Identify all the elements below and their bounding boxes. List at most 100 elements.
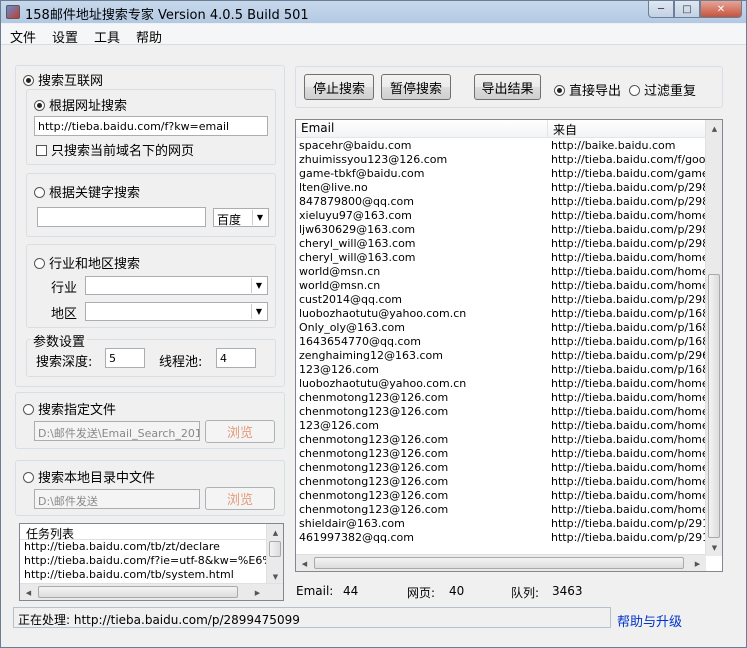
table-row[interactable]: luobozhaotutu@yahoo.com.cn http://tieba.b…	[296, 377, 706, 391]
column-email[interactable]: Email	[296, 120, 548, 138]
column-source[interactable]: 来自	[548, 120, 706, 138]
table-row[interactable]: cust2014@qq.com http://tieba.baidu.com/p/…	[296, 293, 706, 307]
scroll-left-icon[interactable]: ◀	[296, 555, 313, 571]
scroll-left-icon[interactable]: ◀	[20, 584, 37, 600]
by-industry-radio[interactable]	[34, 258, 45, 269]
menu-file[interactable]: 文件	[1, 24, 43, 46]
by-url-option[interactable]: 根据网址搜索	[34, 95, 127, 114]
search-file-radio[interactable]	[23, 404, 34, 415]
scroll-down-icon[interactable]: ▼	[706, 539, 722, 556]
help-upgrade-link[interactable]: 帮助与升级	[617, 611, 682, 630]
results-hscroll[interactable]: ◀ ▶	[296, 554, 706, 571]
search-internet-option[interactable]: 搜索互联网	[23, 70, 103, 89]
direct-export-radio[interactable]	[554, 85, 565, 96]
table-row[interactable]: 461997382@qq.com http://tieba.baidu.com/p…	[296, 531, 706, 545]
scroll-thumb[interactable]	[314, 557, 684, 569]
by-keyword-radio[interactable]	[34, 187, 45, 198]
by-url-radio[interactable]	[34, 100, 45, 111]
table-row[interactable]: world@msn.cn http://tieba.baidu.com/home/…	[296, 265, 706, 279]
engine-select[interactable]: 百度 ▼	[213, 208, 269, 227]
keyword-input[interactable]	[37, 207, 206, 227]
source-cell: http://tieba.baidu.com/home/...	[551, 209, 706, 222]
search-internet-radio[interactable]	[23, 75, 34, 86]
table-row[interactable]: Only_oly@163.com http://tieba.baidu.com/p…	[296, 321, 706, 335]
table-row[interactable]: chenmotong123@126.com http://tieba.baidu.…	[296, 461, 706, 475]
pause-search-button[interactable]: 暂停搜索	[381, 74, 451, 100]
close-button[interactable]: ✕	[700, 1, 742, 18]
search-local-radio[interactable]	[23, 472, 34, 483]
industry-select[interactable]: ▼	[85, 276, 268, 295]
table-row[interactable]: cheryl_will@163.com http://tieba.baidu.co…	[296, 237, 706, 251]
results-vscroll[interactable]: ▲ ▼	[705, 120, 722, 556]
table-row[interactable]: zenghaiming12@163.com http://tieba.baidu.…	[296, 349, 706, 363]
table-row[interactable]: chenmotong123@126.com http://tieba.baidu.…	[296, 489, 706, 503]
table-row[interactable]: chenmotong123@126.com http://tieba.baidu.…	[296, 391, 706, 405]
task-list-item[interactable]: http://tieba.baidu.com/tb/zt/declare	[20, 540, 268, 554]
table-row[interactable]: cheryl_will@163.com http://tieba.baidu.co…	[296, 251, 706, 265]
scroll-right-icon[interactable]: ▶	[249, 584, 266, 600]
task-list-item[interactable]: http://tieba.baidu.com/tb/system.html	[20, 568, 268, 582]
task-list-hscroll[interactable]: ◀ ▶	[20, 583, 283, 600]
menu-help[interactable]: 帮助	[127, 24, 169, 46]
domain-only-option[interactable]: 只搜索当前域名下的网页	[36, 140, 194, 159]
chevron-down-icon[interactable]: ▼	[252, 210, 267, 225]
table-row[interactable]: 123@126.com http://tieba.baidu.com/p/168.…	[296, 363, 706, 377]
chevron-down-icon[interactable]: ▼	[251, 304, 266, 319]
browse-local-button[interactable]: 浏览	[205, 487, 275, 510]
scroll-thumb[interactable]	[708, 274, 720, 538]
browse-file-button[interactable]: 浏览	[205, 420, 275, 443]
table-row[interactable]: 1643654770@qq.com http://tieba.baidu.com/…	[296, 335, 706, 349]
table-row[interactable]: lten@live.no http://tieba.baidu.com/p/298…	[296, 181, 706, 195]
url-input[interactable]: http://tieba.baidu.com/f?kw=email	[34, 116, 268, 136]
stop-search-button[interactable]: 停止搜索	[304, 74, 374, 100]
source-cell: http://tieba.baidu.com/home/...	[551, 391, 706, 404]
task-list-vscroll[interactable]: ▲ ▼	[266, 524, 283, 585]
table-row[interactable]: zhuimissyou123@126.com http://tieba.baidu…	[296, 153, 706, 167]
task-list[interactable]: 任务列表 http://tieba.baidu.com/tb/zt/declar…	[19, 523, 284, 601]
results-list[interactable]: Email 来自 spacehr@baidu.com http://baike.b…	[295, 119, 723, 572]
file-path-input[interactable]: D:\邮件发送\Email_Search_2014-	[34, 421, 200, 441]
scroll-right-icon[interactable]: ▶	[689, 555, 706, 571]
chevron-down-icon[interactable]: ▼	[251, 278, 266, 293]
export-button[interactable]: 导出结果	[474, 74, 541, 100]
search-local-option[interactable]: 搜索本地目录中文件	[23, 467, 155, 486]
search-file-option[interactable]: 搜索指定文件	[23, 399, 116, 418]
maximize-button[interactable]: □	[674, 1, 700, 18]
email-count-label: Email:	[296, 584, 334, 598]
table-row[interactable]: game-tbkf@baidu.com http://tieba.baidu.co…	[296, 167, 706, 181]
table-row[interactable]: chenmotong123@126.com http://tieba.baidu.…	[296, 475, 706, 489]
table-row[interactable]: luobozhaotutu@yahoo.com.cn http://tieba.b…	[296, 307, 706, 321]
task-list-item[interactable]: http://tieba.baidu.com/f?ie=utf-8&kw=%E6…	[20, 554, 268, 568]
by-industry-option[interactable]: 行业和地区搜索	[34, 253, 140, 272]
scroll-thumb[interactable]	[38, 586, 238, 598]
depth-input[interactable]: 5	[105, 348, 145, 368]
local-path-input[interactable]: D:\邮件发送	[34, 489, 200, 509]
region-select[interactable]: ▼	[85, 302, 268, 321]
scroll-up-icon[interactable]: ▲	[267, 524, 283, 541]
scroll-thumb[interactable]	[269, 541, 281, 557]
scroll-up-icon[interactable]: ▲	[706, 120, 722, 137]
email-cell: zenghaiming12@163.com	[299, 349, 443, 362]
menu-tools[interactable]: 工具	[85, 24, 127, 46]
menu-settings[interactable]: 设置	[43, 24, 85, 46]
table-row[interactable]: chenmotong123@126.com http://tieba.baidu.…	[296, 447, 706, 461]
table-row[interactable]: 123@126.com http://tieba.baidu.com/home/.…	[296, 419, 706, 433]
table-row[interactable]: world@msn.cn http://tieba.baidu.com/home/…	[296, 279, 706, 293]
table-row[interactable]: chenmotong123@126.com http://tieba.baidu.…	[296, 405, 706, 419]
table-row[interactable]: xieluyu97@163.com http://tieba.baidu.com/…	[296, 209, 706, 223]
table-row[interactable]: chenmotong123@126.com http://tieba.baidu.…	[296, 433, 706, 447]
email-cell: xieluyu97@163.com	[299, 209, 412, 222]
direct-export-option[interactable]: 直接导出	[554, 80, 621, 99]
title-bar[interactable]: 158邮件地址搜索专家 Version 4.0.5 Build 501 ─ □ …	[1, 1, 746, 23]
table-row[interactable]: chenmotong123@126.com http://tieba.baidu.…	[296, 503, 706, 517]
domain-only-checkbox[interactable]	[36, 145, 47, 156]
table-row[interactable]: spacehr@baidu.com http://baike.baidu.com	[296, 139, 706, 153]
table-row[interactable]: ljw630629@163.com http://tieba.baidu.com/…	[296, 223, 706, 237]
table-row[interactable]: shieldair@163.com http://tieba.baidu.com/…	[296, 517, 706, 531]
dedupe-option[interactable]: 过滤重复	[629, 80, 696, 99]
table-row[interactable]: 847879800@qq.com http://tieba.baidu.com/p…	[296, 195, 706, 209]
by-keyword-option[interactable]: 根据关键字搜索	[34, 182, 140, 201]
threads-input[interactable]: 4	[216, 348, 256, 368]
minimize-button[interactable]: ─	[648, 1, 674, 18]
dedupe-radio[interactable]	[629, 85, 640, 96]
